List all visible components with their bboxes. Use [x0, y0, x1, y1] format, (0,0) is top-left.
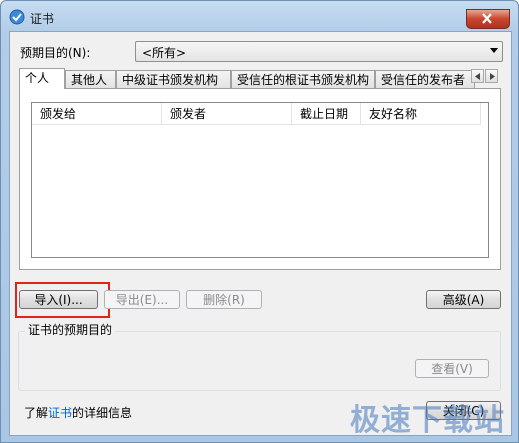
arrow-left-icon [475, 73, 480, 80]
column-header-issued-by[interactable]: 颁发者 [162, 103, 292, 125]
intended-purposes-group-label: 证书的预期目的 [25, 321, 116, 338]
certificate-icon [9, 9, 25, 25]
intended-purpose-select[interactable]: <所有> [135, 41, 503, 62]
learn-more-suffix: 的详细信息 [72, 406, 133, 420]
column-header-expiration-date[interactable]: 截止日期 [292, 103, 361, 125]
learn-more-prefix: 了解 [24, 406, 49, 420]
tab-other-people[interactable]: 其他人 [65, 70, 116, 88]
column-expiration-date-label: 截止日期 [300, 107, 349, 121]
intended-purpose-label: 预期目的(N): [20, 46, 91, 60]
window-title: 证书 [30, 12, 55, 26]
title-bar: 证书 [1, 1, 518, 31]
dropdown-arrow-icon [490, 48, 498, 53]
column-friendly-name-label: 友好名称 [369, 107, 418, 121]
window-close-button[interactable] [466, 9, 510, 29]
certificate-list[interactable]: 颁发给 颁发者 截止日期 友好名称 [31, 102, 489, 258]
tab-other-people-label: 其他人 [71, 73, 108, 87]
export-button[interactable]: 导出(E)... [104, 290, 180, 309]
tab-trusted-publishers[interactable]: 受信任的发布者 [375, 70, 475, 88]
tab-scroll-left-button[interactable] [471, 69, 484, 83]
column-issued-by-label: 颁发者 [170, 107, 207, 121]
remove-button[interactable]: 删除(R) [186, 290, 262, 309]
dialog-body: 预期目的(N): <所有> 个人 其他人 中级证书颁发机构 受信任的根证书颁发机… [9, 31, 512, 436]
tab-intermediate-ca[interactable]: 中级证书颁发机构 [116, 70, 231, 88]
tab-trusted-root-ca[interactable]: 受信任的根证书颁发机构 [231, 70, 375, 88]
watermark-logo: 极速下载站 [350, 403, 505, 438]
tab-scroll-right-button[interactable] [485, 69, 498, 83]
certificates-dialog: 证书 预期目的(N): <所有> 个人 其他人 中级证书颁发机构 受信任的根证书… [0, 0, 519, 443]
view-button[interactable]: 查看(V) [415, 359, 489, 378]
tab-intermediate-ca-label: 中级证书颁发机构 [122, 73, 219, 87]
tab-trusted-root-ca-label: 受信任的根证书颁发机构 [237, 73, 370, 87]
tab-trusted-publishers-label: 受信任的发布者 [381, 73, 466, 87]
import-highlight-box [15, 282, 110, 318]
intended-purpose-value: <所有> [142, 46, 187, 60]
advanced-button[interactable]: 高级(A) [426, 290, 501, 309]
store-tabs: 个人 其他人 中级证书颁发机构 受信任的根证书颁发机构 受信任的发布者 [19, 68, 501, 89]
column-header-issued-to[interactable]: 颁发给 [32, 103, 162, 125]
column-issued-to-label: 颁发给 [40, 107, 77, 121]
arrow-right-icon [490, 73, 495, 80]
tab-personal-label: 个人 [25, 71, 50, 85]
certificates-help-link[interactable]: 证书 [48, 406, 72, 420]
close-icon [482, 13, 492, 24]
tab-personal[interactable]: 个人 [19, 68, 65, 89]
column-header-friendly-name[interactable]: 友好名称 [361, 103, 481, 125]
learn-more-text: 了解证书的详细信息 [24, 404, 132, 421]
tab-panel: 颁发给 颁发者 截止日期 友好名称 [19, 88, 501, 270]
